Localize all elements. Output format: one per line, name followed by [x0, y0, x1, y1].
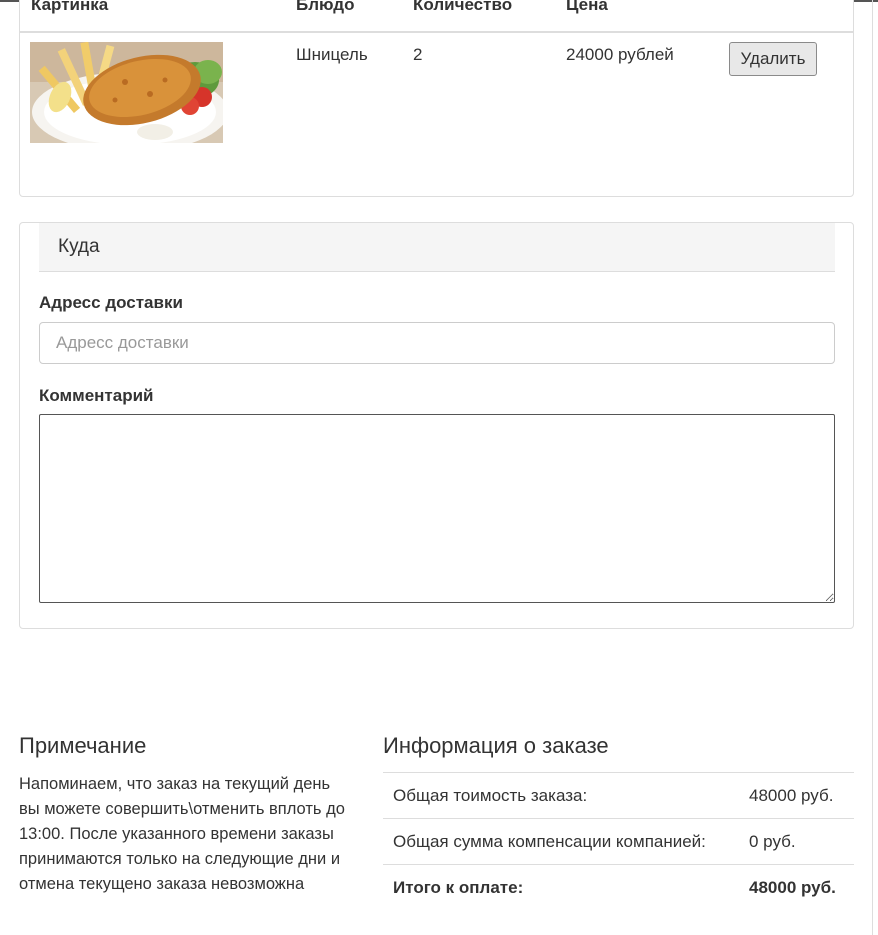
summary-row-compensation: Общая сумма компенсации компанией: 0 руб… [383, 818, 854, 864]
note-text: Напоминаем, что заказ на текущий день вы… [19, 775, 345, 893]
dish-quantity: 2 [413, 45, 423, 64]
schnitzel-photo [30, 42, 223, 143]
summary-row-total-cost: Общая тоимость заказа: 48000 руб. [383, 772, 854, 818]
dish-price: 24000 рублей [566, 45, 674, 64]
summary-label: Общая тоимость заказа: [393, 786, 588, 805]
dish-name: Шницель [296, 45, 368, 64]
summary-value: 48000 руб. [749, 786, 834, 805]
delivery-heading: Куда [39, 223, 835, 272]
cart-panel: Картинка Блюдо Количество Цена Шницель 2… [19, 0, 854, 197]
page-right-border [872, 0, 873, 935]
comment-label: Комментарий [39, 386, 154, 405]
summary-label: Итого к оплате: [393, 878, 524, 897]
header-image: Картинка [31, 0, 109, 14]
delete-button[interactable]: Удалить [729, 42, 817, 76]
delivery-panel: Куда Адресс доставки Комментарий [19, 222, 854, 629]
address-label: Адресс доставки [39, 293, 183, 312]
header-dish: Блюдо [296, 0, 355, 14]
summary-row-to-pay: Итого к оплате: 48000 руб. [383, 864, 854, 911]
comment-textarea[interactable] [39, 414, 835, 603]
summary-label: Общая сумма компенсации компанией: [393, 832, 706, 851]
summary-value: 0 руб. [749, 832, 796, 851]
address-input[interactable] [39, 322, 835, 364]
order-summary-table: Общая тоимость заказа: 48000 руб. Общая … [383, 772, 854, 911]
order-info-title: Информация о заказе [383, 733, 609, 758]
summary-value: 48000 руб. [749, 878, 836, 897]
table-header-divider [20, 31, 853, 33]
header-quantity: Количество [413, 0, 513, 14]
note-title: Примечание [19, 733, 147, 758]
header-price: Цена [566, 0, 608, 14]
